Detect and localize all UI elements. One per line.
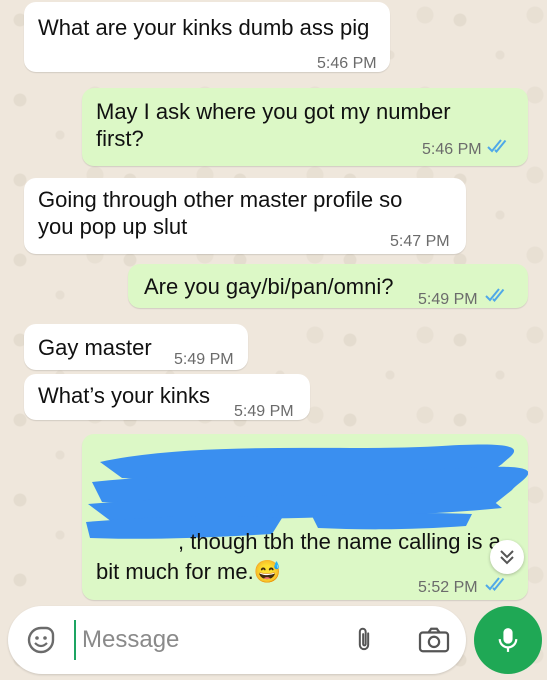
message-input[interactable]: [74, 620, 334, 660]
message-incoming[interactable]: Gay master 5:49 PM: [24, 324, 248, 370]
message-time: 5:49 PM: [174, 351, 234, 368]
double-check-icon: [485, 288, 505, 302]
message-text: Are you gay/bi/pan/omni?: [144, 274, 394, 299]
message-outgoing[interactable]: Are you gay/bi/pan/omni? 5:49 PM: [128, 264, 528, 308]
message-text: bit much for me.😅: [96, 559, 282, 584]
message-outgoing[interactable]: , though tbh the name calling is a bit m…: [82, 434, 528, 600]
scroll-to-bottom-button[interactable]: [490, 540, 524, 574]
message-time: 5:49 PM: [418, 291, 478, 308]
message-time: 5:46 PM: [422, 141, 482, 158]
camera-icon[interactable]: [418, 626, 450, 654]
message-time: 5:49 PM: [234, 403, 294, 420]
paperclip-icon[interactable]: [354, 624, 374, 656]
message-time: 5:52 PM: [418, 579, 478, 596]
chevron-double-down-icon: [500, 550, 514, 565]
message-time: 5:46 PM: [317, 55, 377, 72]
message-text: What are your kinks dumb ass pig: [38, 15, 370, 40]
message-text: May I ask where you got my number first?: [96, 99, 451, 151]
message-time: 5:47 PM: [390, 233, 450, 250]
message-incoming[interactable]: Going through other master profile so yo…: [24, 178, 466, 254]
message-incoming[interactable]: What’s your kinks 5:49 PM: [24, 374, 310, 420]
message-text: What’s your kinks: [38, 383, 210, 408]
message-text: , though tbh the name calling is a: [178, 529, 501, 554]
message-text: Going through other master profile so yo…: [38, 187, 403, 239]
message-outgoing[interactable]: May I ask where you got my number first?…: [82, 88, 528, 166]
message-composer: [8, 606, 466, 674]
double-check-icon: [485, 577, 505, 591]
message-text: Gay master: [38, 335, 152, 360]
message-incoming[interactable]: What are your kinks dumb ass pig 5:46 PM: [24, 2, 390, 72]
emoji-sticker-icon[interactable]: [26, 625, 56, 655]
double-check-icon: [487, 139, 507, 153]
microphone-icon: [498, 628, 518, 652]
voice-message-button[interactable]: [474, 606, 542, 674]
